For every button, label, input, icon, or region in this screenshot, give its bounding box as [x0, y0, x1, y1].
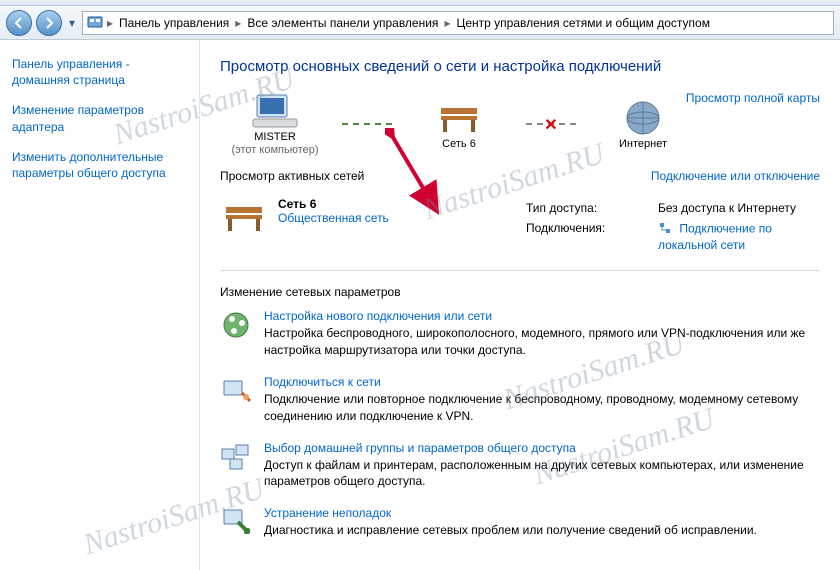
setting-item-new-connection: Настройка нового подключения или сети На… — [220, 309, 820, 359]
map-node-internet: Интернет — [588, 98, 698, 151]
setting-link[interactable]: Устранение неполадок — [264, 506, 757, 520]
breadcrumb[interactable]: ▸ Панель управления ▸ Все элементы панел… — [82, 11, 834, 35]
setting-link[interactable]: Настройка нового подключения или сети — [264, 309, 820, 323]
breadcrumb-item[interactable]: Центр управления сетями и общим доступом — [454, 16, 712, 30]
sidebar-link-home[interactable]: Панель управления - домашняя страница — [12, 56, 187, 88]
breadcrumb-item[interactable]: Панель управления — [117, 16, 231, 30]
settings-heading: Изменение сетевых параметров — [220, 285, 820, 299]
breadcrumb-sep: ▸ — [105, 16, 115, 30]
setting-item-homegroup: Выбор домашней группы и параметров общег… — [220, 441, 820, 491]
sidebar-link-adapter[interactable]: Изменение параметров адаптера — [12, 102, 187, 134]
active-network-block: Сеть 6 Общественная сеть Тип доступа: Бе… — [220, 191, 820, 271]
network-type-link[interactable]: Общественная сеть — [278, 211, 389, 225]
nav-forward-button[interactable] — [36, 10, 62, 36]
map-computer-name: MISTER — [254, 131, 296, 144]
annotation-arrow — [385, 128, 445, 218]
new-connection-icon — [220, 309, 252, 341]
connection-link[interactable]: Подключение по локальной сети — [658, 222, 772, 252]
toolbar: ▾ ▸ Панель управления ▸ Все элементы пан… — [0, 6, 840, 40]
map-network-name: Сеть 6 — [442, 138, 476, 151]
network-map: MISTER (этот компьютер) Сеть 6 ✕ Интерне… — [220, 91, 820, 157]
map-computer-sub: (этот компьютер) — [231, 144, 318, 157]
bench-icon — [220, 197, 268, 240]
page-heading: Просмотр основных сведений о сети и наст… — [220, 58, 820, 75]
control-panel-icon — [87, 15, 103, 31]
access-type-label: Тип доступа: — [520, 199, 650, 217]
setting-link[interactable]: Выбор домашней группы и параметров общег… — [264, 441, 820, 455]
breadcrumb-sep: ▸ — [233, 16, 243, 30]
network-name: Сеть 6 — [278, 197, 389, 211]
setting-desc: Диагностика и исправление сетевых пробле… — [264, 522, 757, 539]
map-node-computer: MISTER (этот компьютер) — [220, 91, 330, 157]
connect-network-icon — [220, 375, 252, 407]
main-panel: Просмотр основных сведений о сети и наст… — [200, 40, 840, 570]
setting-item-troubleshoot: Устранение неполадок Диагностика и испра… — [220, 506, 820, 539]
setting-desc: Подключение или повторное подключение к … — [264, 391, 820, 425]
map-link-broken: ✕ — [526, 123, 576, 125]
breadcrumb-item[interactable]: Все элементы панели управления — [245, 16, 440, 30]
full-map-link[interactable]: Просмотр полной карты — [686, 91, 820, 105]
map-link — [342, 123, 392, 125]
access-type-value: Без доступа к Интернету — [652, 199, 818, 217]
broken-x-icon: ✕ — [544, 115, 557, 135]
setting-item-connect: Подключиться к сети Подключение или повт… — [220, 375, 820, 425]
breadcrumb-sep: ▸ — [442, 16, 452, 30]
access-type-row: Тип доступа: Без доступа к Интернету — [520, 199, 818, 217]
setting-desc: Настройка беспроводного, широкополосного… — [264, 325, 820, 359]
homegroup-icon — [220, 441, 252, 473]
connect-disconnect-link[interactable]: Подключение или отключение — [651, 169, 820, 183]
sidebar-link-sharing[interactable]: Изменить дополнительные параметры общего… — [12, 149, 187, 181]
computer-icon — [251, 91, 299, 131]
connections-label: Подключения: — [520, 219, 650, 254]
nav-history-dropdown[interactable]: ▾ — [66, 11, 78, 35]
setting-link[interactable]: Подключиться к сети — [264, 375, 820, 389]
active-networks-label: Просмотр активных сетей — [220, 169, 364, 183]
nav-back-button[interactable] — [6, 10, 32, 36]
sidebar: Панель управления - домашняя страница Из… — [0, 40, 200, 570]
map-internet-name: Интернет — [619, 138, 667, 151]
troubleshoot-icon — [220, 506, 252, 538]
setting-desc: Доступ к файлам и принтерам, расположенн… — [264, 457, 820, 491]
lan-icon — [658, 221, 672, 238]
globe-icon — [619, 98, 667, 138]
